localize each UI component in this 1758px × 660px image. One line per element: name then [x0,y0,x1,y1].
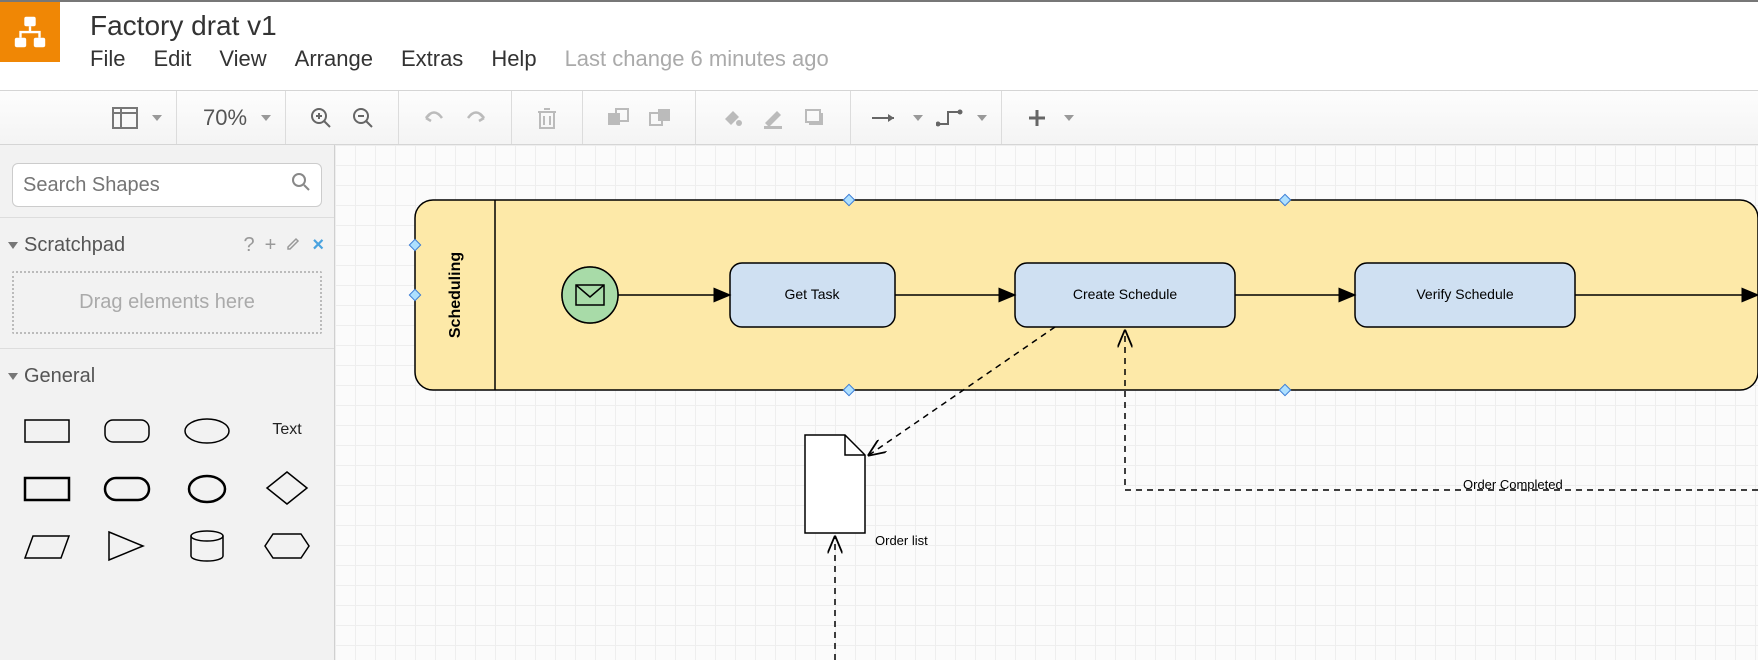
fill-color-button[interactable] [714,101,748,135]
general-label: General [24,365,95,388]
menu-view[interactable]: View [219,46,266,72]
shape-diamond[interactable] [250,464,324,512]
shape-rectangle[interactable] [10,406,84,454]
pool-label: Scheduling [447,252,464,338]
caret-down-icon [8,373,18,380]
menu-edit[interactable]: Edit [153,46,191,72]
menubar: File Edit View Arrange Extras Help Last … [90,46,829,72]
artifact-order-list[interactable]: Order list [805,435,928,548]
scratchpad-dropzone[interactable]: Drag elements here [12,271,322,334]
search-input[interactable] [23,174,291,197]
zoom-level[interactable]: 70% [191,105,255,131]
header: Factory drat v1 File Edit View Arrange E… [0,0,1758,90]
main: Scratchpad ? + × Drag elements here Gene… [0,145,1758,660]
search-shapes-box[interactable] [12,163,322,207]
task-verify-schedule[interactable]: Verify Schedule [1355,263,1575,327]
scratchpad-help-icon[interactable]: ? [244,234,255,257]
shadow-button[interactable] [798,101,832,135]
shape-rectangle-2[interactable] [10,464,84,512]
connection-dropdown-icon[interactable] [913,115,923,121]
insert-button[interactable] [1020,101,1054,135]
zoom-out-button[interactable] [346,101,380,135]
task-create-schedule-label: Create Schedule [1073,286,1178,302]
waypoint-style-button[interactable] [933,101,967,135]
scratchpad-add-icon[interactable]: + [265,234,277,257]
layout-dropdown-icon[interactable] [152,115,162,121]
task-verify-schedule-label: Verify Schedule [1416,286,1513,302]
line-color-button[interactable] [756,101,790,135]
toolbar: 70% [0,90,1758,145]
menu-help[interactable]: Help [491,46,536,72]
document-title[interactable]: Factory drat v1 [90,2,829,46]
menu-file[interactable]: File [90,46,125,72]
sidebar: Scratchpad ? + × Drag elements here Gene… [0,145,335,660]
menu-arrange[interactable]: Arrange [295,46,373,72]
scratchpad-close-icon[interactable]: × [312,234,324,257]
order-completed-label: Order Completed [1463,477,1563,492]
title-area: Factory drat v1 File Edit View Arrange E… [60,2,829,72]
shape-rounded-rectangle[interactable] [90,406,164,454]
order-list-label: Order list [875,533,928,548]
shape-hexagon[interactable] [250,522,324,570]
general-header[interactable]: General [0,348,334,398]
text-shape-label: Text [272,421,301,439]
scratchpad-edit-icon[interactable] [286,234,302,257]
scratchpad-label: Scratchpad [24,234,125,257]
redo-button[interactable] [459,101,493,135]
task-get-task[interactable]: Get Task [730,263,895,327]
connection-style-button[interactable] [869,101,903,135]
last-change-label: Last change 6 minutes ago [565,46,829,72]
app-logo[interactable] [0,2,60,62]
shape-rounded-rectangle-2[interactable] [90,464,164,512]
canvas[interactable]: Scheduling Get Task [335,145,1758,660]
scratchpad-header[interactable]: Scratchpad ? + × [0,217,334,267]
zoom-dropdown-icon[interactable] [261,115,271,121]
shape-parallelogram[interactable] [10,522,84,570]
shape-triangle[interactable] [90,522,164,570]
shape-text[interactable]: Text [250,406,324,454]
task-get-task-label: Get Task [785,286,841,302]
insert-dropdown-icon[interactable] [1064,115,1074,121]
zoom-in-button[interactable] [304,101,338,135]
undo-button[interactable] [417,101,451,135]
shape-ellipse-wide[interactable] [170,406,244,454]
to-front-button[interactable] [601,101,635,135]
menu-extras[interactable]: Extras [401,46,463,72]
search-icon[interactable] [291,172,311,198]
caret-down-icon [8,242,18,249]
delete-button[interactable] [530,101,564,135]
to-back-button[interactable] [643,101,677,135]
shape-ellipse[interactable] [170,464,244,512]
waypoint-dropdown-icon[interactable] [977,115,987,121]
layout-panels-button[interactable] [108,101,142,135]
start-message-event[interactable] [562,267,618,323]
task-create-schedule[interactable]: Create Schedule [1015,263,1235,327]
shape-cylinder[interactable] [170,522,244,570]
shape-palette: Text [0,398,334,578]
